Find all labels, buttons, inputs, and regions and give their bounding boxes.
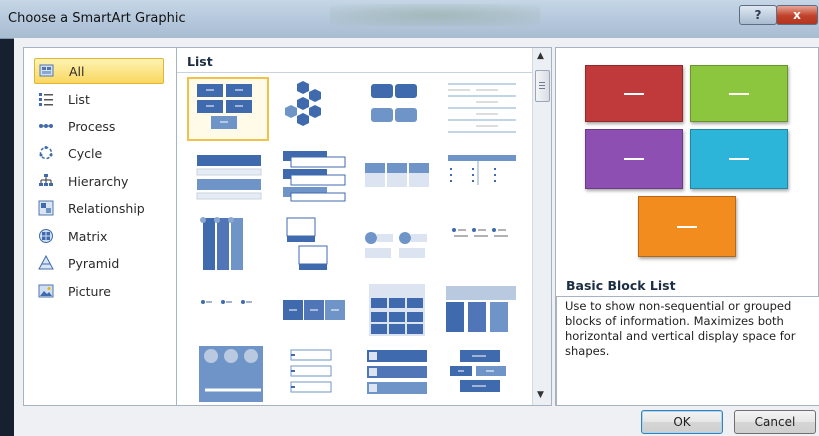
layout-thumbnail-descending-list[interactable] bbox=[442, 214, 524, 276]
title-bar-glow bbox=[330, 4, 540, 26]
cycle-icon bbox=[38, 145, 54, 161]
close-button[interactable]: x bbox=[776, 5, 818, 25]
preview-block-orange bbox=[638, 196, 736, 257]
layout-thumbnail-vertical-chevron-list[interactable] bbox=[357, 346, 439, 408]
layout-thumbnail-vertical-arrow-list[interactable] bbox=[273, 346, 355, 408]
cancel-button[interactable]: Cancel bbox=[734, 410, 816, 434]
scroll-down-icon[interactable]: ▼ bbox=[537, 390, 544, 400]
layout-thumbnail-basic-block-list[interactable] bbox=[187, 77, 269, 141]
layout-thumbnail-vertical-box-list[interactable] bbox=[189, 214, 271, 276]
all-icon bbox=[39, 63, 55, 79]
category-label: Picture bbox=[68, 283, 111, 299]
picture-icon bbox=[38, 283, 54, 299]
category-label: Matrix bbox=[68, 228, 108, 244]
preview-description: Use to show non-sequential or grouped bl… bbox=[556, 296, 819, 406]
matrix-icon bbox=[38, 228, 54, 244]
layout-thumbnail-picture-caption-list[interactable] bbox=[273, 214, 355, 276]
preview-block-purple bbox=[585, 129, 683, 189]
category-label: Pyramid bbox=[68, 255, 120, 271]
category-item-all[interactable]: All bbox=[34, 58, 164, 84]
window-title: Choose a SmartArt Graphic bbox=[8, 11, 186, 26]
gallery-divider bbox=[177, 72, 532, 73]
preview-block-cyan bbox=[690, 129, 788, 189]
hierarchy-icon bbox=[38, 173, 54, 189]
layout-thumbnail-trapezoid-list[interactable] bbox=[357, 214, 439, 276]
category-label: Hierarchy bbox=[68, 173, 129, 189]
relationship-icon bbox=[38, 200, 54, 216]
layout-thumbnail-stacked-list[interactable] bbox=[273, 145, 355, 207]
scroll-up-icon[interactable]: ▲ bbox=[537, 51, 544, 61]
gallery-scrollbar[interactable]: ▲ ▼ bbox=[532, 48, 551, 405]
preview-title: Basic Block List bbox=[566, 278, 676, 293]
category-item-process[interactable]: Process bbox=[34, 114, 174, 138]
category-item-matrix[interactable]: Matrix bbox=[34, 224, 174, 248]
layout-thumbnail-horizontal-bullet-list[interactable] bbox=[357, 145, 439, 207]
grip-line bbox=[539, 85, 545, 86]
layout-gallery: List ▲ ▼ bbox=[176, 47, 552, 406]
grip-line bbox=[539, 82, 545, 83]
preview-pane: Basic Block List Use to show non-sequent… bbox=[555, 47, 819, 406]
category-item-hierarchy[interactable]: Hierarchy bbox=[34, 169, 174, 193]
pyramid-icon bbox=[38, 255, 54, 271]
category-item-list[interactable]: List bbox=[34, 87, 174, 111]
layout-thumbnail-horizontal-block-list[interactable] bbox=[273, 280, 355, 342]
dialog-body: All List Process Cycle Hierarchy Relatio… bbox=[14, 38, 819, 436]
layout-thumbnail-grouped-blocks[interactable] bbox=[357, 78, 439, 140]
category-label: Process bbox=[68, 118, 116, 134]
layout-thumbnail-vertical-bullet-list[interactable] bbox=[189, 145, 271, 207]
layout-thumbnail-lined-list[interactable] bbox=[442, 78, 524, 140]
scrollbar-thumb[interactable] bbox=[535, 70, 550, 102]
gallery-header: List bbox=[187, 54, 213, 69]
layout-thumbnail-bending-block-list[interactable] bbox=[442, 346, 524, 408]
help-button[interactable]: ? bbox=[739, 5, 777, 25]
category-label: Relationship bbox=[68, 200, 145, 216]
layout-thumbnail-hexagon-cluster[interactable] bbox=[273, 78, 355, 140]
preview-block-red bbox=[585, 65, 683, 122]
list-icon bbox=[38, 91, 54, 107]
category-label: List bbox=[68, 91, 90, 107]
category-label: All bbox=[69, 63, 85, 79]
preview-block-green bbox=[690, 65, 788, 122]
grip-line bbox=[539, 88, 545, 89]
category-item-pyramid[interactable]: Pyramid bbox=[34, 251, 174, 275]
category-item-picture[interactable]: Picture bbox=[34, 279, 174, 303]
layout-thumbnail-table-list[interactable] bbox=[442, 145, 524, 207]
category-item-cycle[interactable]: Cycle bbox=[34, 141, 174, 165]
layout-thumbnail-bullet-marks[interactable] bbox=[189, 280, 271, 342]
ok-button[interactable]: OK bbox=[641, 410, 723, 434]
title-bar: Choose a SmartArt Graphic ? x bbox=[0, 0, 819, 39]
category-label: Cycle bbox=[68, 145, 103, 161]
layout-thumbnail-grid-block-list[interactable] bbox=[357, 280, 439, 342]
category-item-relationship[interactable]: Relationship bbox=[34, 196, 174, 220]
process-icon bbox=[38, 118, 54, 134]
category-list: All List Process Cycle Hierarchy Relatio… bbox=[23, 47, 190, 406]
layout-thumbnail-tab-list[interactable] bbox=[442, 280, 524, 342]
layout-thumbnail-picture-accent-list[interactable] bbox=[189, 346, 271, 408]
